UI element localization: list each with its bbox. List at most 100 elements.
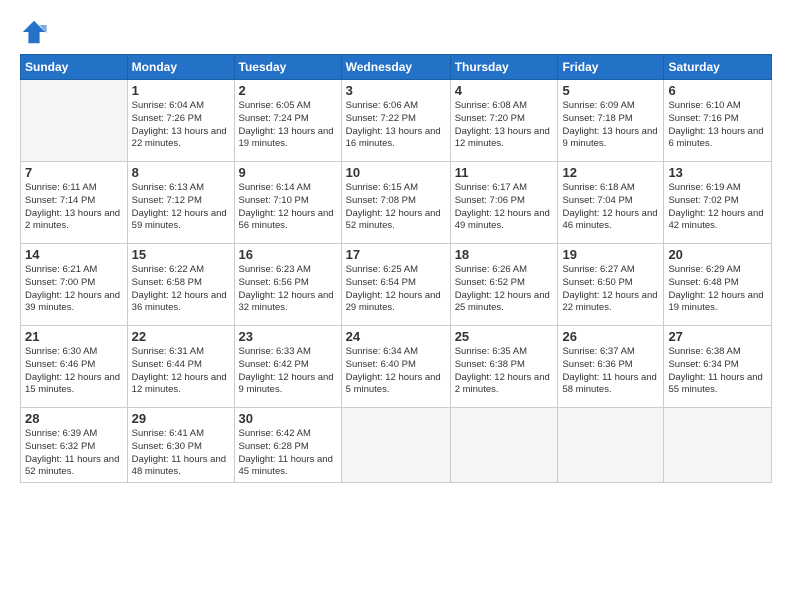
- calendar-cell: 15 Sunrise: 6:22 AM Sunset: 6:58 PM Dayli…: [127, 244, 234, 326]
- day-info: Sunrise: 6:06 AM Sunset: 7:22 PM Dayligh…: [346, 100, 446, 151]
- day-number: 14: [25, 247, 123, 262]
- calendar-header-wednesday: Wednesday: [341, 55, 450, 80]
- calendar-cell: 22 Sunrise: 6:31 AM Sunset: 6:44 PM Dayli…: [127, 326, 234, 408]
- calendar-cell: 13 Sunrise: 6:19 AM Sunset: 7:02 PM Dayli…: [664, 162, 772, 244]
- calendar-cell: 21 Sunrise: 6:30 AM Sunset: 6:46 PM Dayli…: [21, 326, 128, 408]
- day-info: Sunrise: 6:18 AM Sunset: 7:04 PM Dayligh…: [562, 182, 659, 233]
- day-info: Sunrise: 6:25 AM Sunset: 6:54 PM Dayligh…: [346, 264, 446, 315]
- day-number: 23: [239, 329, 337, 344]
- logo-icon: [20, 18, 48, 46]
- day-info: Sunrise: 6:26 AM Sunset: 6:52 PM Dayligh…: [455, 264, 554, 315]
- day-number: 30: [239, 411, 337, 426]
- day-info: Sunrise: 6:42 AM Sunset: 6:28 PM Dayligh…: [239, 428, 337, 479]
- calendar-cell: 27 Sunrise: 6:38 AM Sunset: 6:34 PM Dayli…: [664, 326, 772, 408]
- logo: [20, 18, 52, 46]
- calendar-cell: [450, 408, 558, 483]
- calendar-cell: 7Sunrise: 6:11 AM Sunset: 7:14 PM Daylig…: [21, 162, 128, 244]
- calendar-cell: 29 Sunrise: 6:41 AM Sunset: 6:30 PM Dayli…: [127, 408, 234, 483]
- day-number: 22: [132, 329, 230, 344]
- calendar-cell: 6Sunrise: 6:10 AM Sunset: 7:16 PM Daylig…: [664, 80, 772, 162]
- page-header: [20, 18, 772, 46]
- calendar-cell: 10 Sunrise: 6:15 AM Sunset: 7:08 PM Dayli…: [341, 162, 450, 244]
- day-info: Sunrise: 6:38 AM Sunset: 6:34 PM Dayligh…: [668, 346, 767, 397]
- calendar-cell: 28 Sunrise: 6:39 AM Sunset: 6:32 PM Dayli…: [21, 408, 128, 483]
- day-info: Sunrise: 6:19 AM Sunset: 7:02 PM Dayligh…: [668, 182, 767, 233]
- day-number: 11: [455, 165, 554, 180]
- calendar-week-row: 28 Sunrise: 6:39 AM Sunset: 6:32 PM Dayli…: [21, 408, 772, 483]
- calendar-header-thursday: Thursday: [450, 55, 558, 80]
- day-number: 3: [346, 83, 446, 98]
- calendar-week-row: 21 Sunrise: 6:30 AM Sunset: 6:46 PM Dayli…: [21, 326, 772, 408]
- day-info: Sunrise: 6:22 AM Sunset: 6:58 PM Dayligh…: [132, 264, 230, 315]
- day-number: 26: [562, 329, 659, 344]
- calendar-cell: 12 Sunrise: 6:18 AM Sunset: 7:04 PM Dayli…: [558, 162, 664, 244]
- calendar-cell: 30 Sunrise: 6:42 AM Sunset: 6:28 PM Dayli…: [234, 408, 341, 483]
- calendar-cell: 8 Sunrise: 6:13 AM Sunset: 7:12 PM Daylig…: [127, 162, 234, 244]
- day-info: Sunrise: 6:29 AM Sunset: 6:48 PM Dayligh…: [668, 264, 767, 315]
- day-info: Sunrise: 6:30 AM Sunset: 6:46 PM Dayligh…: [25, 346, 123, 397]
- day-number: 16: [239, 247, 337, 262]
- day-number: 28: [25, 411, 123, 426]
- calendar-table: SundayMondayTuesdayWednesdayThursdayFrid…: [20, 54, 772, 483]
- day-number: 15: [132, 247, 230, 262]
- calendar-week-row: 1 Sunrise: 6:04 AM Sunset: 7:26 PM Daylig…: [21, 80, 772, 162]
- day-info: Sunrise: 6:33 AM Sunset: 6:42 PM Dayligh…: [239, 346, 337, 397]
- day-number: 10: [346, 165, 446, 180]
- day-number: 12: [562, 165, 659, 180]
- calendar-header-sunday: Sunday: [21, 55, 128, 80]
- day-number: 29: [132, 411, 230, 426]
- calendar-header-friday: Friday: [558, 55, 664, 80]
- calendar-cell: 2 Sunrise: 6:05 AM Sunset: 7:24 PM Daylig…: [234, 80, 341, 162]
- calendar-cell: 26Sunrise: 6:37 AM Sunset: 6:36 PM Dayli…: [558, 326, 664, 408]
- day-info: Sunrise: 6:04 AM Sunset: 7:26 PM Dayligh…: [132, 100, 230, 151]
- day-number: 9: [239, 165, 337, 180]
- calendar-week-row: 7Sunrise: 6:11 AM Sunset: 7:14 PM Daylig…: [21, 162, 772, 244]
- calendar-cell: 23 Sunrise: 6:33 AM Sunset: 6:42 PM Dayli…: [234, 326, 341, 408]
- day-number: 17: [346, 247, 446, 262]
- calendar-header-saturday: Saturday: [664, 55, 772, 80]
- calendar-cell: 19 Sunrise: 6:27 AM Sunset: 6:50 PM Dayli…: [558, 244, 664, 326]
- day-info: Sunrise: 6:39 AM Sunset: 6:32 PM Dayligh…: [25, 428, 123, 479]
- day-info: Sunrise: 6:23 AM Sunset: 6:56 PM Dayligh…: [239, 264, 337, 315]
- day-info: Sunrise: 6:41 AM Sunset: 6:30 PM Dayligh…: [132, 428, 230, 479]
- day-info: Sunrise: 6:34 AM Sunset: 6:40 PM Dayligh…: [346, 346, 446, 397]
- day-number: 5: [562, 83, 659, 98]
- calendar-cell: [664, 408, 772, 483]
- day-info: Sunrise: 6:31 AM Sunset: 6:44 PM Dayligh…: [132, 346, 230, 397]
- day-number: 13: [668, 165, 767, 180]
- day-info: Sunrise: 6:13 AM Sunset: 7:12 PM Dayligh…: [132, 182, 230, 233]
- day-number: 20: [668, 247, 767, 262]
- day-number: 19: [562, 247, 659, 262]
- calendar-cell: 5 Sunrise: 6:09 AM Sunset: 7:18 PM Daylig…: [558, 80, 664, 162]
- calendar-cell: 16 Sunrise: 6:23 AM Sunset: 6:56 PM Dayli…: [234, 244, 341, 326]
- day-info: Sunrise: 6:15 AM Sunset: 7:08 PM Dayligh…: [346, 182, 446, 233]
- day-info: Sunrise: 6:14 AM Sunset: 7:10 PM Dayligh…: [239, 182, 337, 233]
- day-info: Sunrise: 6:27 AM Sunset: 6:50 PM Dayligh…: [562, 264, 659, 315]
- day-number: 4: [455, 83, 554, 98]
- day-number: 18: [455, 247, 554, 262]
- calendar-header-row: SundayMondayTuesdayWednesdayThursdayFrid…: [21, 55, 772, 80]
- day-info: Sunrise: 6:09 AM Sunset: 7:18 PM Dayligh…: [562, 100, 659, 151]
- day-info: Sunrise: 6:05 AM Sunset: 7:24 PM Dayligh…: [239, 100, 337, 151]
- day-info: Sunrise: 6:10 AM Sunset: 7:16 PM Dayligh…: [668, 100, 767, 151]
- day-info: Sunrise: 6:17 AM Sunset: 7:06 PM Dayligh…: [455, 182, 554, 233]
- day-number: 8: [132, 165, 230, 180]
- calendar-header-monday: Monday: [127, 55, 234, 80]
- calendar-week-row: 14Sunrise: 6:21 AM Sunset: 7:00 PM Dayli…: [21, 244, 772, 326]
- day-info: Sunrise: 6:35 AM Sunset: 6:38 PM Dayligh…: [455, 346, 554, 397]
- calendar-cell: 11 Sunrise: 6:17 AM Sunset: 7:06 PM Dayli…: [450, 162, 558, 244]
- day-number: 27: [668, 329, 767, 344]
- calendar-cell: 25 Sunrise: 6:35 AM Sunset: 6:38 PM Dayli…: [450, 326, 558, 408]
- calendar-cell: 9 Sunrise: 6:14 AM Sunset: 7:10 PM Daylig…: [234, 162, 341, 244]
- day-number: 21: [25, 329, 123, 344]
- day-number: 25: [455, 329, 554, 344]
- calendar-cell: 1 Sunrise: 6:04 AM Sunset: 7:26 PM Daylig…: [127, 80, 234, 162]
- day-number: 1: [132, 83, 230, 98]
- calendar-cell: 14Sunrise: 6:21 AM Sunset: 7:00 PM Dayli…: [21, 244, 128, 326]
- day-number: 2: [239, 83, 337, 98]
- day-number: 7: [25, 165, 123, 180]
- calendar-cell: [341, 408, 450, 483]
- day-number: 24: [346, 329, 446, 344]
- calendar-cell: 20 Sunrise: 6:29 AM Sunset: 6:48 PM Dayli…: [664, 244, 772, 326]
- calendar-cell: 24 Sunrise: 6:34 AM Sunset: 6:40 PM Dayli…: [341, 326, 450, 408]
